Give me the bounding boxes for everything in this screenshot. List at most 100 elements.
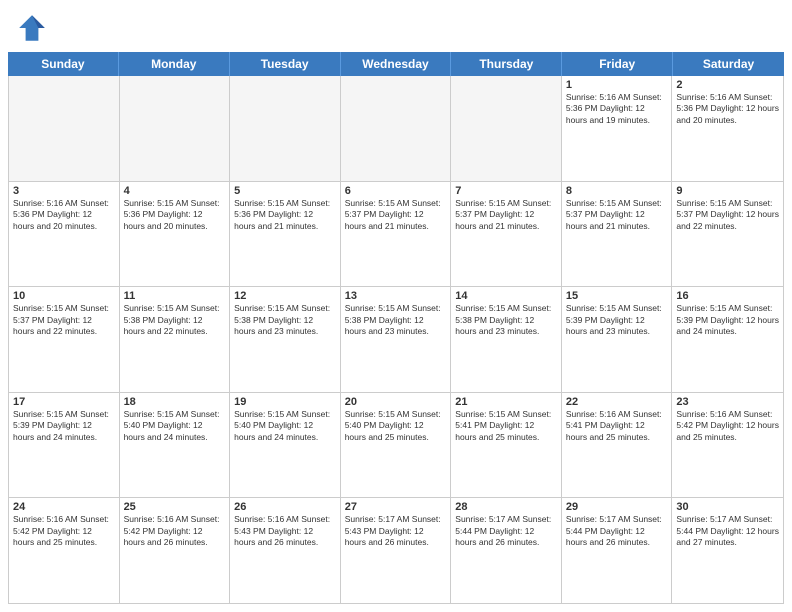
day-cell: 25Sunrise: 5:16 AM Sunset: 5:42 PM Dayli… (120, 498, 231, 603)
logo-icon (16, 12, 48, 44)
day-cell: 5Sunrise: 5:15 AM Sunset: 5:36 PM Daylig… (230, 182, 341, 287)
day-info: Sunrise: 5:15 AM Sunset: 5:36 PM Dayligh… (124, 198, 226, 232)
day-number: 26 (234, 501, 336, 513)
calendar-row: 24Sunrise: 5:16 AM Sunset: 5:42 PM Dayli… (9, 498, 783, 603)
day-number: 28 (455, 501, 557, 513)
day-number: 29 (566, 501, 668, 513)
day-number: 1 (566, 79, 668, 91)
day-cell: 4Sunrise: 5:15 AM Sunset: 5:36 PM Daylig… (120, 182, 231, 287)
weekday-header: Thursday (451, 52, 562, 76)
calendar-body: 1Sunrise: 5:16 AM Sunset: 5:36 PM Daylig… (8, 76, 784, 604)
day-number: 10 (13, 290, 115, 302)
day-info: Sunrise: 5:17 AM Sunset: 5:44 PM Dayligh… (455, 514, 557, 548)
day-info: Sunrise: 5:16 AM Sunset: 5:41 PM Dayligh… (566, 409, 668, 443)
header (0, 0, 792, 52)
empty-cell (120, 76, 231, 181)
day-number: 3 (13, 185, 115, 197)
day-info: Sunrise: 5:17 AM Sunset: 5:44 PM Dayligh… (566, 514, 668, 548)
day-cell: 11Sunrise: 5:15 AM Sunset: 5:38 PM Dayli… (120, 287, 231, 392)
day-info: Sunrise: 5:17 AM Sunset: 5:44 PM Dayligh… (676, 514, 779, 548)
day-info: Sunrise: 5:16 AM Sunset: 5:42 PM Dayligh… (13, 514, 115, 548)
day-info: Sunrise: 5:15 AM Sunset: 5:39 PM Dayligh… (676, 303, 779, 337)
calendar-row: 17Sunrise: 5:15 AM Sunset: 5:39 PM Dayli… (9, 393, 783, 499)
day-cell: 13Sunrise: 5:15 AM Sunset: 5:38 PM Dayli… (341, 287, 452, 392)
day-number: 30 (676, 501, 779, 513)
empty-cell (341, 76, 452, 181)
day-cell: 12Sunrise: 5:15 AM Sunset: 5:38 PM Dayli… (230, 287, 341, 392)
day-cell: 29Sunrise: 5:17 AM Sunset: 5:44 PM Dayli… (562, 498, 673, 603)
weekday-header: Friday (562, 52, 673, 76)
day-number: 19 (234, 396, 336, 408)
day-number: 2 (676, 79, 779, 91)
day-number: 9 (676, 185, 779, 197)
day-number: 15 (566, 290, 668, 302)
day-cell: 10Sunrise: 5:15 AM Sunset: 5:37 PM Dayli… (9, 287, 120, 392)
day-info: Sunrise: 5:15 AM Sunset: 5:37 PM Dayligh… (345, 198, 447, 232)
day-cell: 17Sunrise: 5:15 AM Sunset: 5:39 PM Dayli… (9, 393, 120, 498)
day-cell: 18Sunrise: 5:15 AM Sunset: 5:40 PM Dayli… (120, 393, 231, 498)
day-number: 13 (345, 290, 447, 302)
day-number: 8 (566, 185, 668, 197)
day-info: Sunrise: 5:15 AM Sunset: 5:40 PM Dayligh… (234, 409, 336, 443)
day-cell: 22Sunrise: 5:16 AM Sunset: 5:41 PM Dayli… (562, 393, 673, 498)
day-cell: 28Sunrise: 5:17 AM Sunset: 5:44 PM Dayli… (451, 498, 562, 603)
day-number: 20 (345, 396, 447, 408)
day-info: Sunrise: 5:15 AM Sunset: 5:40 PM Dayligh… (345, 409, 447, 443)
weekday-header: Sunday (8, 52, 119, 76)
day-info: Sunrise: 5:16 AM Sunset: 5:42 PM Dayligh… (124, 514, 226, 548)
day-info: Sunrise: 5:15 AM Sunset: 5:38 PM Dayligh… (124, 303, 226, 337)
day-cell: 9Sunrise: 5:15 AM Sunset: 5:37 PM Daylig… (672, 182, 783, 287)
day-cell: 6Sunrise: 5:15 AM Sunset: 5:37 PM Daylig… (341, 182, 452, 287)
weekday-header: Wednesday (341, 52, 452, 76)
day-cell: 3Sunrise: 5:16 AM Sunset: 5:36 PM Daylig… (9, 182, 120, 287)
day-number: 18 (124, 396, 226, 408)
day-number: 6 (345, 185, 447, 197)
empty-cell (9, 76, 120, 181)
day-number: 11 (124, 290, 226, 302)
day-info: Sunrise: 5:15 AM Sunset: 5:38 PM Dayligh… (234, 303, 336, 337)
day-cell: 2Sunrise: 5:16 AM Sunset: 5:36 PM Daylig… (672, 76, 783, 181)
day-number: 23 (676, 396, 779, 408)
day-cell: 19Sunrise: 5:15 AM Sunset: 5:40 PM Dayli… (230, 393, 341, 498)
calendar-row: 1Sunrise: 5:16 AM Sunset: 5:36 PM Daylig… (9, 76, 783, 182)
page: SundayMondayTuesdayWednesdayThursdayFrid… (0, 0, 792, 612)
day-info: Sunrise: 5:15 AM Sunset: 5:39 PM Dayligh… (566, 303, 668, 337)
weekday-header: Tuesday (230, 52, 341, 76)
calendar: SundayMondayTuesdayWednesdayThursdayFrid… (0, 52, 792, 612)
weekday-header: Monday (119, 52, 230, 76)
day-info: Sunrise: 5:15 AM Sunset: 5:41 PM Dayligh… (455, 409, 557, 443)
day-number: 12 (234, 290, 336, 302)
day-number: 17 (13, 396, 115, 408)
day-number: 4 (124, 185, 226, 197)
day-info: Sunrise: 5:15 AM Sunset: 5:39 PM Dayligh… (13, 409, 115, 443)
empty-cell (451, 76, 562, 181)
day-cell: 1Sunrise: 5:16 AM Sunset: 5:36 PM Daylig… (562, 76, 673, 181)
day-cell: 21Sunrise: 5:15 AM Sunset: 5:41 PM Dayli… (451, 393, 562, 498)
day-number: 16 (676, 290, 779, 302)
day-number: 14 (455, 290, 557, 302)
day-info: Sunrise: 5:16 AM Sunset: 5:36 PM Dayligh… (676, 92, 779, 126)
day-info: Sunrise: 5:15 AM Sunset: 5:36 PM Dayligh… (234, 198, 336, 232)
weekday-header: Saturday (673, 52, 784, 76)
day-info: Sunrise: 5:15 AM Sunset: 5:37 PM Dayligh… (455, 198, 557, 232)
day-info: Sunrise: 5:15 AM Sunset: 5:37 PM Dayligh… (13, 303, 115, 337)
day-info: Sunrise: 5:16 AM Sunset: 5:36 PM Dayligh… (13, 198, 115, 232)
day-cell: 30Sunrise: 5:17 AM Sunset: 5:44 PM Dayli… (672, 498, 783, 603)
day-cell: 7Sunrise: 5:15 AM Sunset: 5:37 PM Daylig… (451, 182, 562, 287)
day-cell: 20Sunrise: 5:15 AM Sunset: 5:40 PM Dayli… (341, 393, 452, 498)
day-info: Sunrise: 5:16 AM Sunset: 5:42 PM Dayligh… (676, 409, 779, 443)
day-cell: 27Sunrise: 5:17 AM Sunset: 5:43 PM Dayli… (341, 498, 452, 603)
day-number: 5 (234, 185, 336, 197)
day-info: Sunrise: 5:17 AM Sunset: 5:43 PM Dayligh… (345, 514, 447, 548)
day-number: 27 (345, 501, 447, 513)
day-number: 25 (124, 501, 226, 513)
day-number: 22 (566, 396, 668, 408)
day-info: Sunrise: 5:15 AM Sunset: 5:37 PM Dayligh… (676, 198, 779, 232)
day-number: 24 (13, 501, 115, 513)
day-number: 7 (455, 185, 557, 197)
day-number: 21 (455, 396, 557, 408)
day-info: Sunrise: 5:16 AM Sunset: 5:36 PM Dayligh… (566, 92, 668, 126)
day-cell: 8Sunrise: 5:15 AM Sunset: 5:37 PM Daylig… (562, 182, 673, 287)
day-cell: 26Sunrise: 5:16 AM Sunset: 5:43 PM Dayli… (230, 498, 341, 603)
day-info: Sunrise: 5:15 AM Sunset: 5:40 PM Dayligh… (124, 409, 226, 443)
